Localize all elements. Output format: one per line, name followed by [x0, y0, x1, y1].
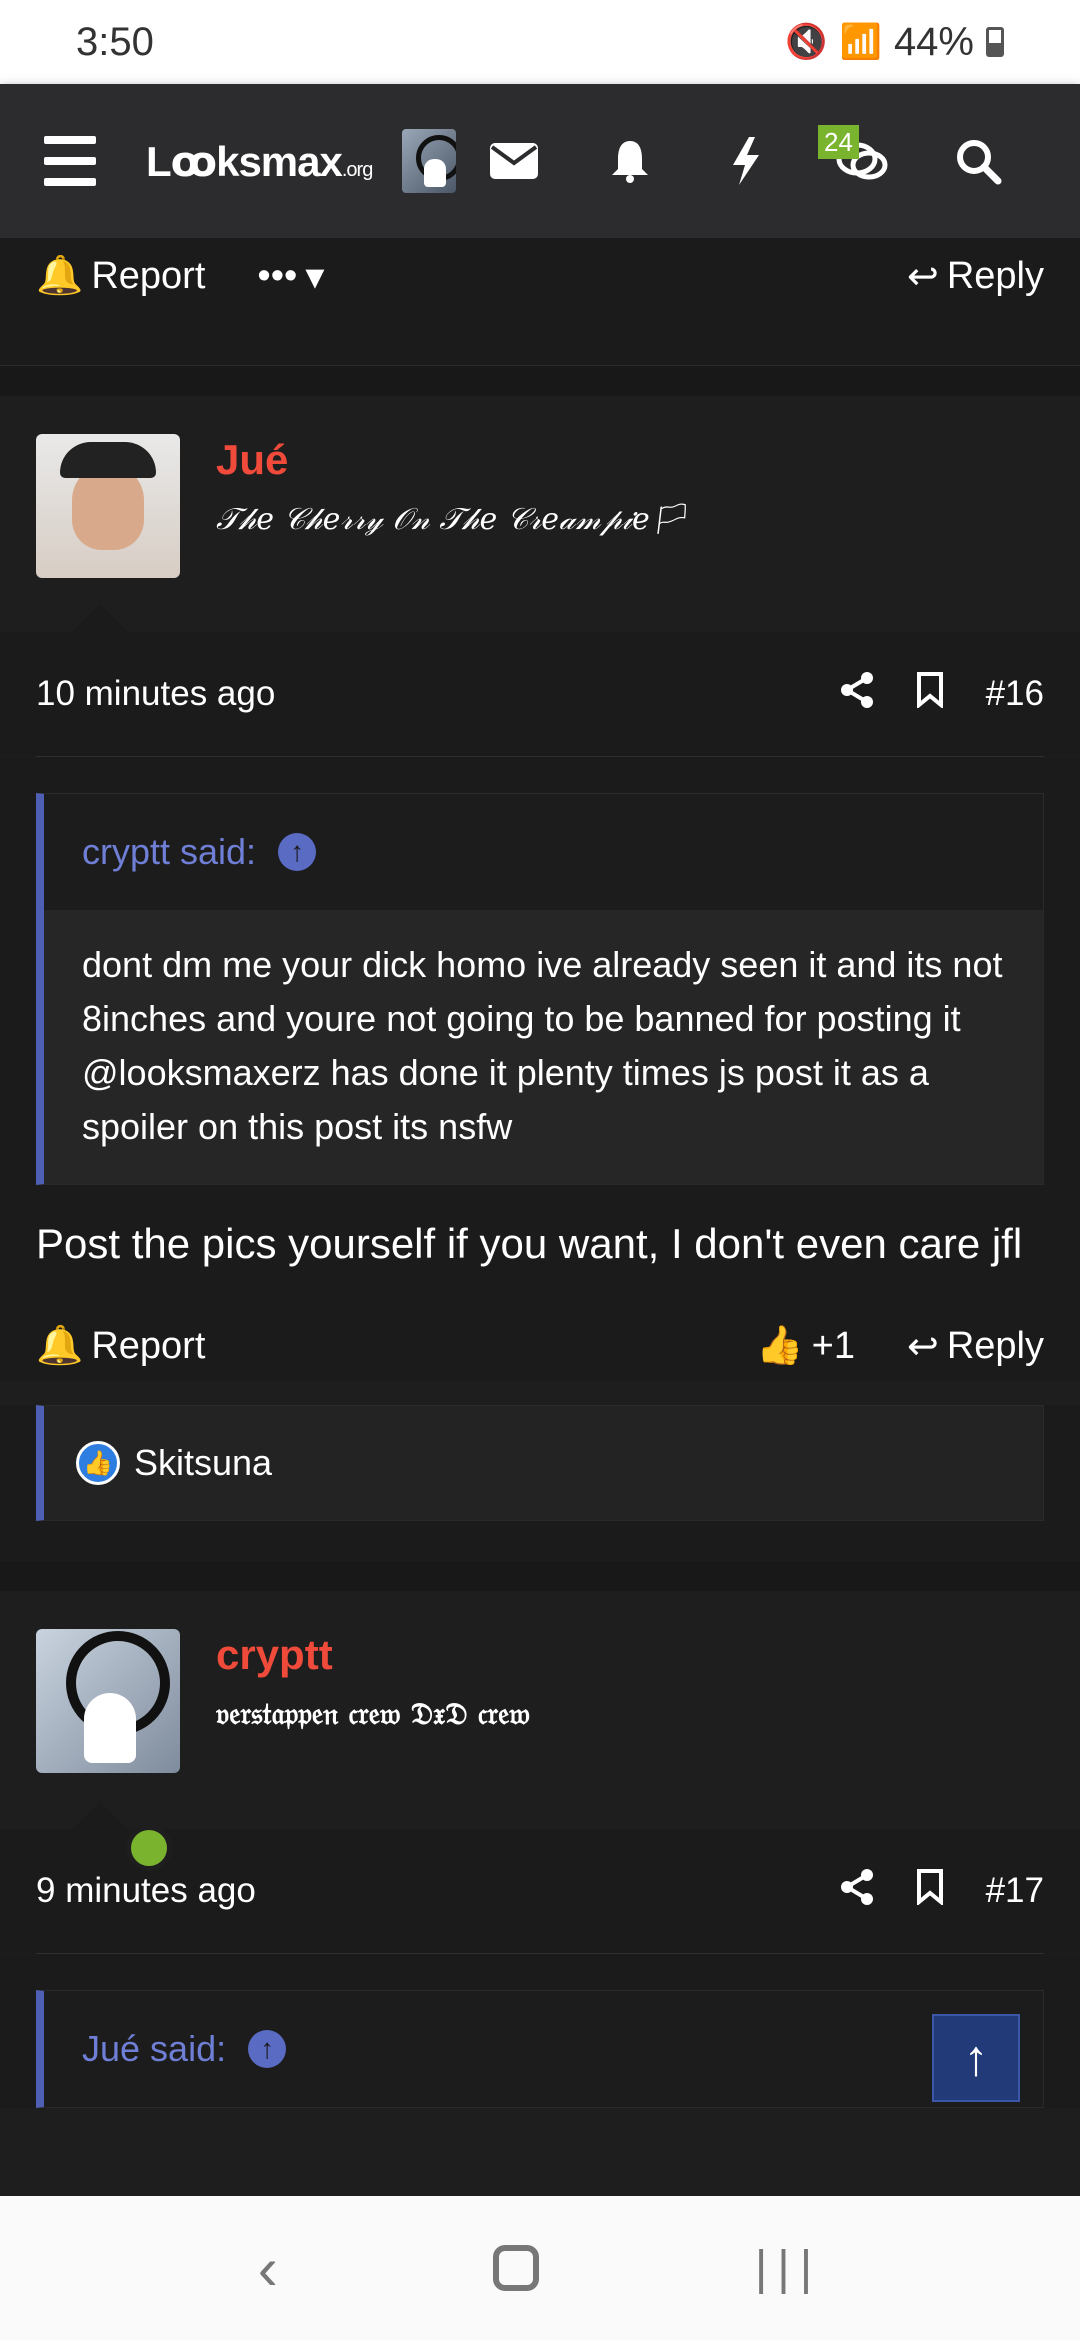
system-navigation-bar: ‹ ||| — [0, 2196, 1080, 2340]
username[interactable]: Jué — [216, 436, 688, 484]
bell-icon: 🔔 — [36, 255, 84, 297]
back-icon[interactable]: ‹ — [258, 2234, 278, 2303]
quote-header[interactable]: Jué said: ↑ — [44, 1991, 1043, 2107]
reaction-user[interactable]: Skitsuna — [134, 1442, 272, 1484]
quote-block: cryptt said: ↑ dont dm me your dick homo… — [36, 793, 1044, 1185]
user-title: 𝔳𝔢𝔯𝔰𝔱𝔞𝔭𝔭𝔢𝔫 𝔠𝔯𝔢𝔴 𝔇𝔵𝔇 𝔠𝔯𝔢𝔴 — [216, 1697, 530, 1732]
status-icons: 🔇 📶 44% — [785, 20, 1004, 65]
site-logo[interactable]: Lꝏksmax.org — [145, 137, 373, 186]
bookmark-icon[interactable] — [916, 1868, 944, 1914]
header-notch — [72, 604, 128, 632]
battery-icon — [986, 27, 1004, 57]
quote-author: Jué said: — [82, 2028, 227, 2069]
post-number[interactable]: #16 — [986, 674, 1044, 714]
arrow-up-icon[interactable]: ↑ — [248, 2030, 287, 2068]
logo-suffix: .org — [341, 158, 373, 181]
report-button[interactable]: 🔔 Report — [36, 1324, 205, 1368]
reply-button[interactable]: ↩ Reply — [907, 1324, 1044, 1369]
logo-text: Lꝏksmax — [145, 137, 343, 185]
post-time[interactable]: 10 minutes ago — [36, 674, 275, 714]
reply-button[interactable]: ↩ Reply — [907, 254, 1044, 299]
post-actions-prev: 🔔 Report ••• ▾ ↩ Reply — [0, 238, 1080, 314]
alerts-badge: 24 — [818, 125, 859, 159]
reply-icon: ↩ — [907, 255, 939, 298]
post-actions: 🔔 Report 👍 +1 ↩ Reply — [0, 1311, 1080, 1381]
header-notch — [72, 1801, 128, 1829]
post-body: Jué said: ↑ — [0, 1954, 1080, 2108]
share-icon[interactable] — [840, 1868, 874, 1914]
report-label: Report — [91, 1324, 206, 1367]
conversations-icon[interactable]: 24 — [804, 121, 920, 201]
top-navbar: Lꝏksmax.org 24 — [0, 84, 1080, 238]
share-icon[interactable] — [840, 671, 874, 717]
nav-icons: 24 — [456, 121, 1036, 201]
user-title: 𝒯𝒽𝑒 𝒞𝒽𝑒𝓇𝓇𝓎 𝒪𝓃 𝒯𝒽𝑒 𝒞𝓇𝑒𝒶𝓂𝓅𝒾𝑒🏳 — [216, 502, 688, 537]
quote-block: Jué said: ↑ — [36, 1990, 1044, 2108]
like-reaction-icon: 👍 — [76, 1441, 120, 1485]
post-meta: 10 minutes ago #16 — [0, 632, 1080, 756]
mute-icon: 🔇 — [785, 23, 828, 61]
report-button[interactable]: 🔔 Report — [36, 254, 205, 298]
quote-author: cryptt said: — [82, 831, 257, 872]
search-icon[interactable] — [920, 121, 1036, 201]
post-16: Jué 𝒯𝒽𝑒 𝒞𝒽𝑒𝓇𝓇𝓎 𝒪𝓃 𝒯𝒽𝑒 𝒞𝓇𝑒𝒶𝓂𝓅𝒾𝑒🏳 10 minut… — [0, 366, 1080, 1561]
avatar[interactable] — [36, 1629, 180, 1773]
reply-label: Reply — [946, 1324, 1044, 1367]
quote-text: dont dm me your dick homo ive already se… — [44, 910, 1043, 1184]
arrow-up-icon: ↑ — [963, 2030, 989, 2086]
bookmark-icon[interactable] — [916, 671, 944, 717]
user-avatar[interactable] — [402, 129, 456, 193]
chevron-down-icon: ▾ — [305, 255, 325, 298]
more-label: ••• — [257, 254, 298, 297]
battery-percent: 44% — [893, 19, 974, 64]
like-button[interactable]: 👍 +1 — [756, 1324, 855, 1368]
quote-header[interactable]: cryptt said: ↑ — [44, 794, 1043, 910]
username[interactable]: cryptt — [216, 1631, 530, 1679]
post-time[interactable]: 9 minutes ago — [36, 1871, 256, 1911]
post-number[interactable]: #17 — [986, 1871, 1044, 1911]
more-options-button[interactable]: ••• ▾ — [257, 254, 324, 299]
bell-icon: 🔔 — [36, 1325, 84, 1367]
scroll-to-top-button[interactable]: ↑ — [932, 2014, 1020, 2102]
bell-icon[interactable] — [572, 121, 688, 201]
report-label: Report — [91, 254, 206, 297]
thumbs-up-icon: 👍 — [756, 1325, 804, 1367]
lightning-icon[interactable] — [688, 121, 804, 201]
wifi-icon: 📶 — [839, 23, 882, 61]
post-message: Post the pics yourself if you want, I do… — [36, 1220, 1023, 1267]
home-icon[interactable] — [493, 2245, 540, 2291]
mail-icon[interactable] — [456, 121, 572, 201]
arrow-up-icon[interactable]: ↑ — [278, 833, 317, 871]
online-indicator — [126, 1825, 172, 1871]
reactions-bar[interactable]: 👍 Skitsuna — [36, 1405, 1044, 1521]
avatar[interactable] — [36, 434, 180, 578]
reply-icon: ↩ — [907, 1325, 939, 1368]
thread-content: 🔔 Report ••• ▾ ↩ Reply Jué 𝒯𝒽𝑒 𝒞𝒽𝑒𝓇𝓇𝓎 𝒪𝓃… — [0, 238, 1080, 2108]
status-time: 3:50 — [76, 19, 154, 64]
post-header: cryptt 𝔳𝔢𝔯𝔰𝔱𝔞𝔭𝔭𝔢𝔫 𝔠𝔯𝔢𝔴 𝔇𝔵𝔇 𝔠𝔯𝔢𝔴 — [0, 1591, 1080, 1829]
post-header: Jué 𝒯𝒽𝑒 𝒞𝒽𝑒𝓇𝓇𝓎 𝒪𝓃 𝒯𝒽𝑒 𝒞𝓇𝑒𝒶𝓂𝓅𝒾𝑒🏳 — [0, 396, 1080, 632]
like-count: +1 — [811, 1324, 855, 1367]
menu-icon[interactable] — [44, 136, 96, 186]
reply-label: Reply — [946, 254, 1044, 297]
recents-icon[interactable]: ||| — [755, 2241, 822, 2296]
post-body: cryptt said: ↑ dont dm me your dick homo… — [0, 757, 1080, 1311]
status-bar: 3:50 🔇 📶 44% — [0, 0, 1080, 84]
